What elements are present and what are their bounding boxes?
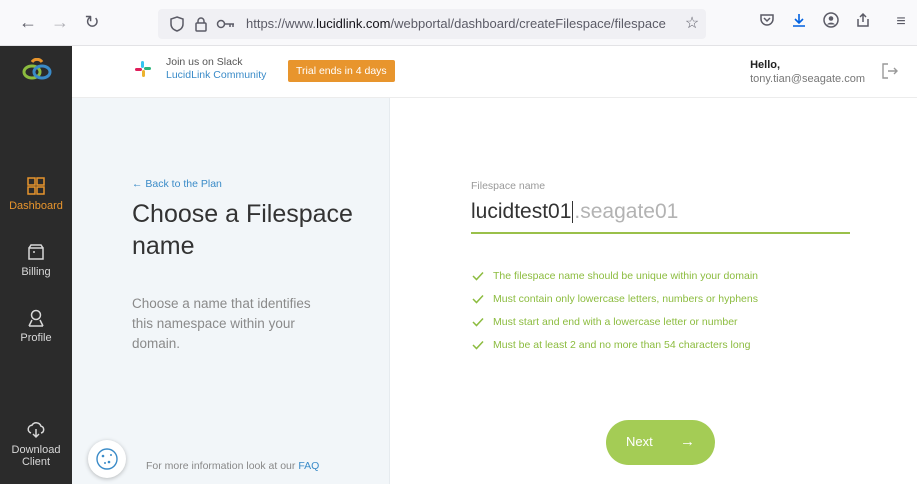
cloud-download-icon xyxy=(27,422,45,439)
profile-icon xyxy=(28,309,44,327)
rule-text: Must contain only lowercase letters, num… xyxy=(493,292,758,305)
check-icon xyxy=(472,294,484,304)
page-description: Choose a name that identifies this names… xyxy=(132,296,311,351)
arrow-right-icon: → xyxy=(680,433,695,450)
shield-icon[interactable] xyxy=(170,16,184,32)
top-header: Join us on Slack LucidLink Community Tri… xyxy=(72,46,917,98)
filespace-name-value: lucidtest01 xyxy=(471,200,572,223)
pocket-icon[interactable] xyxy=(757,12,777,32)
trial-badge[interactable]: Trial ends in 4 days xyxy=(288,60,395,82)
download-icon[interactable] xyxy=(789,12,809,32)
rule-item: Must contain only lowercase letters, num… xyxy=(471,287,758,310)
lock-icon[interactable] xyxy=(194,16,208,32)
hello-label: Hello, xyxy=(750,59,781,71)
slack-line1: Join us on Slack xyxy=(166,56,243,68)
filespace-name-input[interactable]: lucidtest01 .seagate01 xyxy=(471,198,850,234)
rule-text: Must start and end with a lowercase lett… xyxy=(493,315,738,328)
cookie-settings-button[interactable] xyxy=(88,440,126,478)
rule-item: Must start and end with a lowercase lett… xyxy=(471,310,758,333)
check-icon xyxy=(472,340,484,350)
dashboard-icon xyxy=(27,177,45,195)
faq-link[interactable]: FAQ xyxy=(298,460,319,472)
back-to-plan-link[interactable]: ← Back to the Plan xyxy=(132,178,222,190)
reload-icon[interactable]: ↻ xyxy=(82,12,102,32)
sidebar-item-download-client[interactable]: Download Client xyxy=(0,420,72,468)
url-bar[interactable]: https://www.lucidlink.com/webportal/dash… xyxy=(158,9,706,39)
rule-item: The filespace name should be unique with… xyxy=(471,264,758,287)
check-icon xyxy=(472,317,484,327)
key-permission-icon[interactable] xyxy=(216,18,236,30)
sidebar-item-label: Download Client xyxy=(11,444,61,468)
menu-icon[interactable]: ≡ xyxy=(891,12,911,32)
user-email: tony.tian@seagate.com xyxy=(750,73,865,85)
browser-toolbar: ← → ↻ https://www.lucidlink.com/webporta… xyxy=(0,0,917,46)
rule-text: Must be at least 2 and no more than 54 c… xyxy=(493,338,751,351)
faq-info: For more information look at our FAQ xyxy=(146,460,319,472)
sidebar-item-label: Billing xyxy=(21,266,51,278)
rule-text: The filespace name should be unique with… xyxy=(493,269,758,282)
sidebar-item-profile[interactable]: Profile xyxy=(0,308,72,344)
sidebar-item-label: Dashboard xyxy=(9,200,63,212)
logout-icon[interactable] xyxy=(881,62,899,80)
check-icon xyxy=(472,271,484,281)
faq-prefix: For more information look at our xyxy=(146,460,299,472)
domain-suffix: .seagate01 xyxy=(574,200,679,223)
filespace-name-label: Filespace name xyxy=(471,180,546,192)
forward-arrow-icon[interactable]: → xyxy=(50,12,70,32)
page-title: Choose a Filespace name xyxy=(132,200,353,260)
back-arrow-icon[interactable]: ← xyxy=(18,12,38,32)
billing-icon xyxy=(28,244,44,260)
sidebar-item-label: Profile xyxy=(20,332,52,344)
slack-line2: LucidLink Community xyxy=(166,69,267,81)
rule-item: Must be at least 2 and no more than 54 c… xyxy=(471,333,758,356)
validation-rules: The filespace name should be unique with… xyxy=(471,264,758,356)
user-greeting: Hello, tony.tian@seagate.com xyxy=(750,58,865,86)
slack-icon[interactable] xyxy=(134,60,152,78)
sidebar: Dashboard Billing Profile Download Clien… xyxy=(0,46,72,484)
next-button[interactable]: Next → xyxy=(606,420,715,465)
bookmark-star-icon[interactable]: ☆ xyxy=(682,14,702,34)
lucidlink-logo-icon[interactable] xyxy=(22,58,52,82)
sidebar-item-billing[interactable]: Billing xyxy=(0,242,72,278)
cookie-icon xyxy=(96,448,118,470)
info-panel: ← Back to the Plan Choose a Filespace na… xyxy=(72,98,390,484)
url-text: https://www.lucidlink.com/webportal/dash… xyxy=(246,16,666,31)
next-label: Next xyxy=(626,434,653,449)
account-icon[interactable] xyxy=(821,12,841,32)
sidebar-item-dashboard[interactable]: Dashboard xyxy=(0,176,72,212)
share-icon[interactable] xyxy=(853,12,873,32)
slack-community-link[interactable]: Join us on Slack LucidLink Community xyxy=(166,56,266,82)
